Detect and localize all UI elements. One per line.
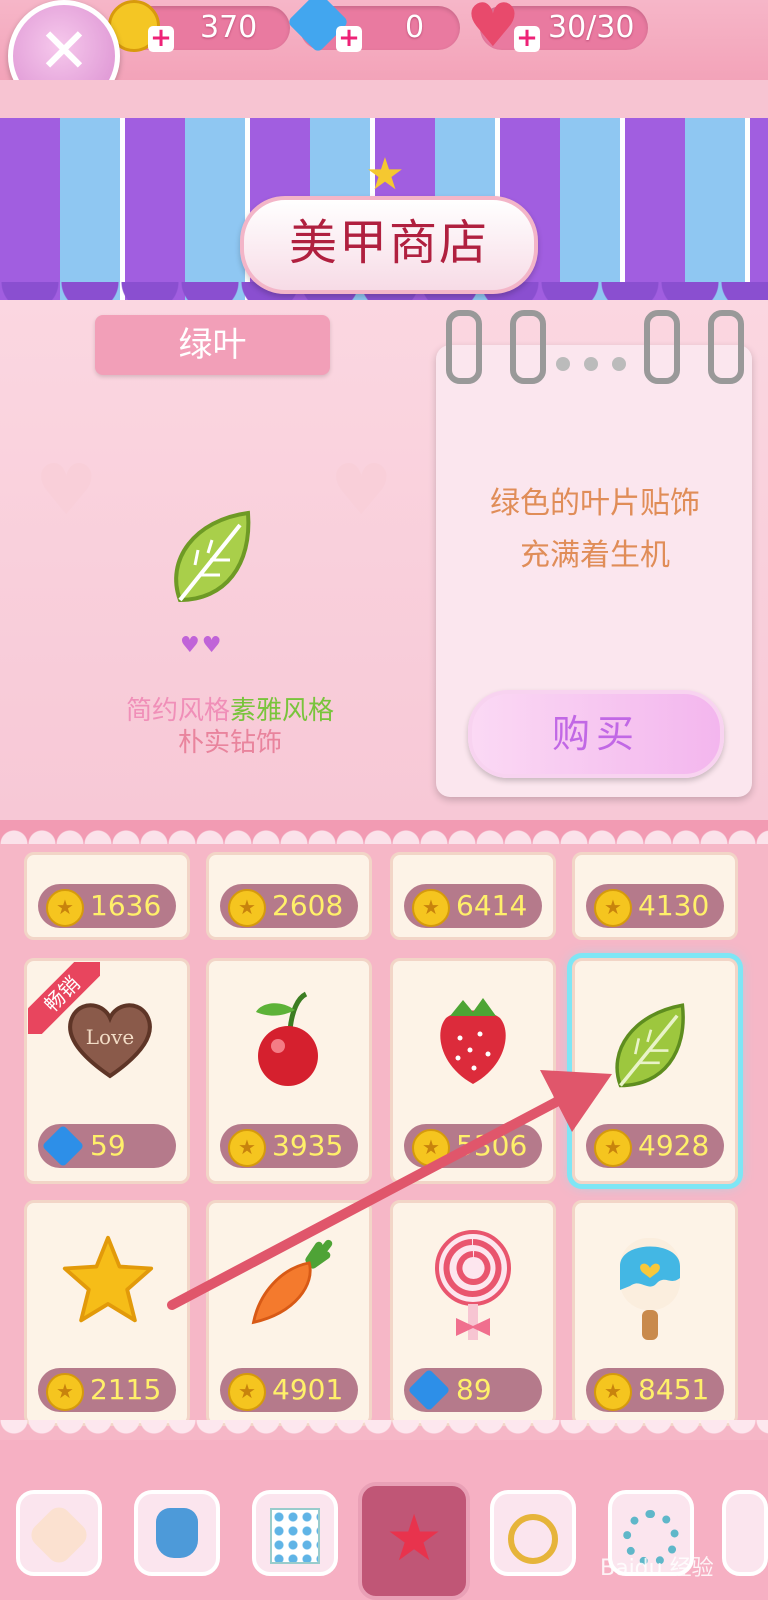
notepad-hole — [556, 357, 570, 371]
cherry-icon — [256, 991, 318, 1086]
coin-icon: ★ — [46, 1373, 84, 1411]
price-value: 2608 — [272, 889, 344, 922]
add-hearts-button[interactable]: + — [514, 25, 540, 52]
gem-icon — [407, 1368, 451, 1412]
price-tag: ★ 1636 — [38, 884, 176, 928]
price-tag: ★ 3935 — [220, 1124, 358, 1168]
price-value: 59 — [90, 1129, 126, 1162]
green-leaf-icon — [615, 1003, 685, 1088]
add-coins-button[interactable]: + — [148, 25, 174, 52]
baidu-watermark: Baidu 经验 — [600, 1556, 714, 1581]
carrot-icon — [251, 1239, 333, 1325]
tab-perfume[interactable] — [134, 1490, 220, 1576]
gem-count: 0 — [405, 10, 425, 45]
item-name-banner: 绿叶 — [95, 315, 330, 375]
notepad-ring — [708, 310, 744, 384]
coin-count: 370 — [200, 10, 258, 45]
tab-more[interactable] — [722, 1490, 768, 1576]
tab-decals-active[interactable]: ★ — [358, 1482, 470, 1600]
popsicle-icon — [620, 1238, 680, 1340]
heart-icon: ♥ — [466, 0, 520, 61]
style-tags: 简约风格素雅风格 朴实钻饰 — [60, 695, 400, 759]
love-heart-chocolate-icon: Love — [68, 1003, 152, 1079]
price-tag: ★ 4928 — [586, 1124, 724, 1168]
description-line-2: 充满着生机 — [520, 538, 670, 573]
heart-decoration-icon: ♥ — [330, 449, 393, 531]
item-name: 绿叶 — [178, 325, 247, 365]
tab-makeup-pad[interactable] — [16, 1490, 102, 1576]
tag-simple[interactable]: 简约风格 — [126, 696, 230, 726]
price-value: 4928 — [638, 1129, 710, 1162]
item-description: 绿色的叶片贴饰 充满着生机 — [450, 478, 740, 582]
price-value: 2115 — [90, 1373, 162, 1406]
coin-icon: ★ — [594, 889, 632, 927]
price-tag: 89 — [404, 1368, 542, 1412]
star-decal-icon: ★ — [385, 1502, 443, 1576]
price-value: 5306 — [456, 1129, 528, 1162]
price-tag: ★ 2608 — [220, 884, 358, 928]
strawberry-icon — [440, 998, 506, 1084]
price-value: 89 — [456, 1373, 492, 1406]
grid-scallop-edge — [0, 820, 768, 844]
star-icon — [62, 1235, 154, 1323]
price-tag: 59 — [38, 1124, 176, 1168]
header-backdrop — [0, 80, 768, 120]
tab-ring[interactable] — [490, 1490, 576, 1576]
gem-icon — [41, 1124, 85, 1168]
ring-icon — [508, 1514, 558, 1564]
rating-hearts: ♥♥ — [180, 633, 224, 658]
coin-icon: ★ — [412, 889, 450, 927]
notepad-ring — [510, 310, 546, 384]
coin-icon: ★ — [594, 1373, 632, 1411]
price-tag: ★ 2115 — [38, 1368, 176, 1412]
shop-title-plate: 美甲商店 — [240, 196, 538, 294]
polka-dot-paper-icon — [270, 1508, 320, 1564]
lollipop-icon — [435, 1230, 511, 1340]
price-value: 4901 — [272, 1373, 344, 1406]
perfume-bottle-icon — [156, 1508, 198, 1558]
price-value: 6414 — [456, 889, 528, 922]
crown-star-icon: ★ — [365, 149, 405, 200]
price-tag: ★ 4901 — [220, 1368, 358, 1412]
buy-button[interactable]: 购买 — [468, 690, 724, 778]
tag-plain-rhinestone[interactable]: 朴实钻饰 — [60, 727, 400, 759]
shop-title: 美甲商店 — [288, 215, 489, 271]
coin-icon: ★ — [228, 1129, 266, 1167]
svg-text:Love: Love — [86, 1025, 134, 1049]
coin-icon: ★ — [412, 1129, 450, 1167]
notepad-ring — [446, 310, 482, 384]
tag-elegant[interactable]: 素雅风格 — [230, 696, 334, 726]
makeup-pad-icon — [26, 1502, 92, 1568]
price-tag: ★ 8451 — [586, 1368, 724, 1412]
price-tag: ★ 4130 — [586, 884, 724, 928]
description-line-1: 绿色的叶片贴饰 — [490, 486, 700, 521]
notepad-hole — [584, 357, 598, 371]
price-value: 1636 — [90, 889, 162, 922]
price-tag: ★ 5306 — [404, 1124, 542, 1168]
coin-icon: ★ — [228, 1373, 266, 1411]
coin-icon: ★ — [228, 889, 266, 927]
tab-pattern-paper[interactable] — [252, 1490, 338, 1576]
add-gems-button[interactable]: + — [336, 25, 362, 52]
coin-icon: ★ — [46, 889, 84, 927]
heart-decoration-icon: ♥ — [35, 449, 98, 531]
notepad-ring — [644, 310, 680, 384]
price-value: 8451 — [638, 1373, 710, 1406]
notepad-hole — [612, 357, 626, 371]
leaf-preview-icon — [174, 510, 251, 603]
buy-label: 购买 — [551, 712, 640, 756]
price-tag: ★ 6414 — [404, 884, 542, 928]
price-value: 4130 — [638, 889, 710, 922]
coin-icon: ★ — [594, 1129, 632, 1167]
price-value: 3935 — [272, 1129, 344, 1162]
heart-count: 30/30 — [548, 10, 635, 45]
tabbar-scallop-edge — [0, 1420, 768, 1444]
